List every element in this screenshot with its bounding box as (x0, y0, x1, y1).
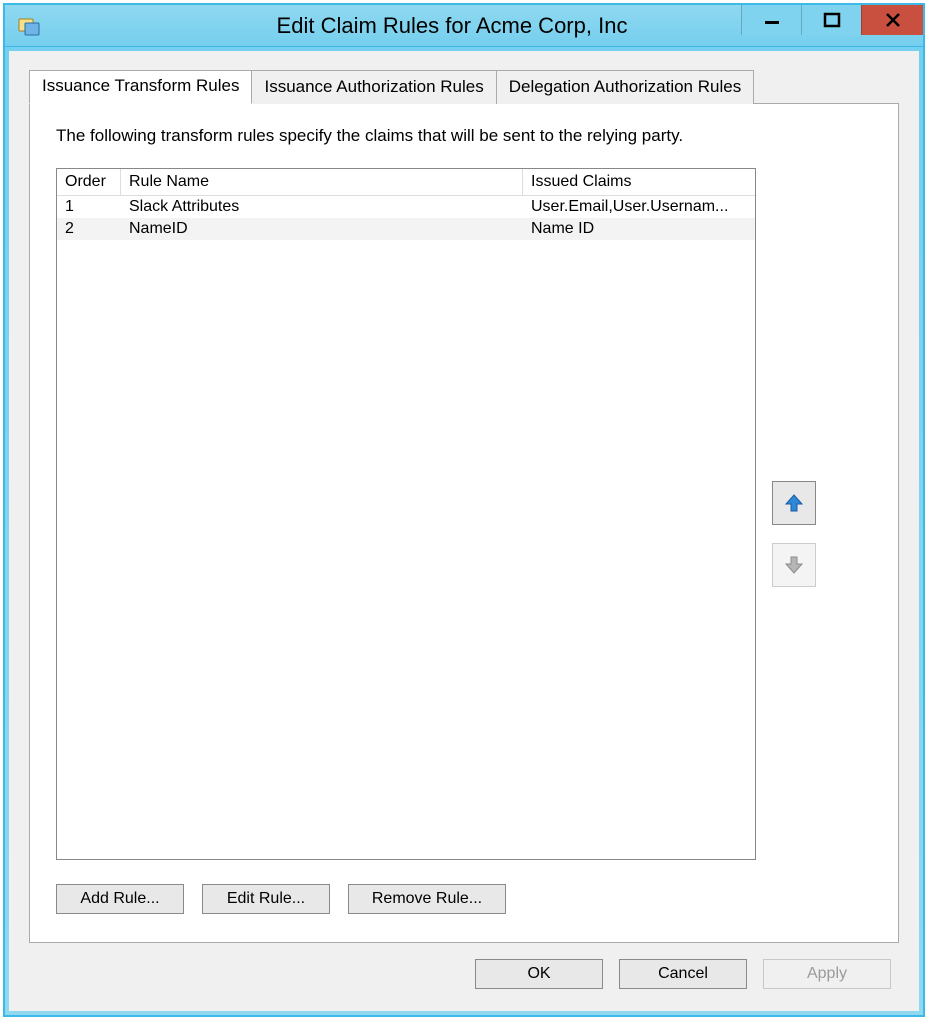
table-row[interactable]: 1 Slack Attributes User.Email,User.Usern… (57, 196, 755, 218)
tab-delegation-authorization[interactable]: Delegation Authorization Rules (496, 70, 754, 104)
edit-rule-button[interactable]: Edit Rule... (202, 884, 330, 914)
tab-panel: The following transform rules specify th… (29, 103, 899, 943)
apply-button: Apply (763, 959, 891, 989)
cell-rule-name: NameID (121, 218, 523, 240)
reorder-buttons (772, 168, 820, 860)
maximize-icon (823, 11, 841, 29)
list-area: Order Rule Name Issued Claims 1 Slack At… (56, 168, 872, 860)
minimize-button[interactable] (741, 5, 801, 35)
cell-issued-claims: User.Email,User.Usernam... (523, 196, 755, 218)
rules-list[interactable]: Order Rule Name Issued Claims 1 Slack At… (56, 168, 756, 860)
maximize-button[interactable] (801, 5, 861, 35)
cell-order: 2 (57, 218, 121, 240)
move-down-button (772, 543, 816, 587)
window-body: Issuance Transform Rules Issuance Author… (5, 47, 923, 1015)
rule-buttons: Add Rule... Edit Rule... Remove Rule... (56, 884, 872, 914)
close-icon (884, 11, 902, 29)
tab-issuance-transform[interactable]: Issuance Transform Rules (29, 70, 252, 104)
column-header-order[interactable]: Order (57, 169, 121, 196)
list-header: Order Rule Name Issued Claims (57, 169, 755, 196)
app-icon (17, 14, 41, 38)
tab-label: Issuance Authorization Rules (264, 77, 483, 96)
list-rows: 1 Slack Attributes User.Email,User.Usern… (57, 196, 755, 859)
dialog-window: Edit Claim Rules for Acme Corp, Inc Issu… (3, 3, 925, 1017)
dialog-buttons: OK Cancel Apply (29, 943, 899, 993)
table-row[interactable]: 2 NameID Name ID (57, 218, 755, 240)
cell-rule-name: Slack Attributes (121, 196, 523, 218)
arrow-down-icon (783, 554, 805, 576)
cell-order: 1 (57, 196, 121, 218)
move-up-button[interactable] (772, 481, 816, 525)
tab-label: Issuance Transform Rules (42, 76, 239, 95)
arrow-up-icon (783, 492, 805, 514)
minimize-icon (763, 11, 781, 29)
titlebar[interactable]: Edit Claim Rules for Acme Corp, Inc (5, 5, 923, 47)
column-header-rule-name[interactable]: Rule Name (121, 169, 523, 196)
column-header-issued-claims[interactable]: Issued Claims (523, 169, 755, 196)
tab-label: Delegation Authorization Rules (509, 77, 741, 96)
add-rule-button[interactable]: Add Rule... (56, 884, 184, 914)
cancel-button[interactable]: Cancel (619, 959, 747, 989)
panel-description: The following transform rules specify th… (56, 126, 872, 146)
tab-issuance-authorization[interactable]: Issuance Authorization Rules (251, 70, 496, 104)
close-button[interactable] (861, 5, 923, 35)
ok-button[interactable]: OK (475, 959, 603, 989)
window-controls (741, 5, 923, 37)
remove-rule-button[interactable]: Remove Rule... (348, 884, 506, 914)
cell-issued-claims: Name ID (523, 218, 755, 240)
client-area: Issuance Transform Rules Issuance Author… (9, 51, 919, 1011)
tab-strip: Issuance Transform Rules Issuance Author… (29, 69, 899, 103)
